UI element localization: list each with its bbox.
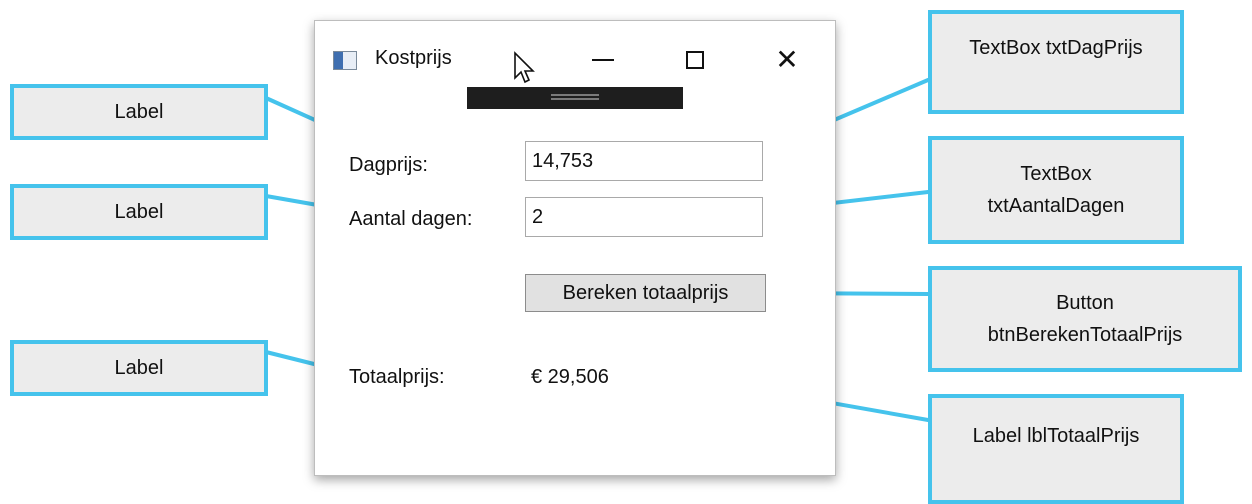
bereken-totaalprijs-button[interactable]: Bereken totaalprijs — [525, 274, 766, 312]
minimize-button[interactable] — [583, 43, 623, 77]
callout-label-aantal: Label — [10, 184, 268, 240]
callout-text: TextBox txtDagPrijs — [969, 37, 1143, 59]
callout-text: Label — [114, 201, 164, 223]
drag-bar[interactable] — [467, 87, 683, 109]
callout-txt-aantal-dagen: TextBox txtAantalDagen — [928, 136, 1184, 244]
aantal-dagen-label: Aantal dagen: — [349, 208, 473, 230]
lbl-totaal-prijs: € 29,506 — [531, 366, 609, 388]
callout-text: Label — [114, 357, 164, 379]
callout-btn-bereken: Button btnBerekenTotaalPrijs — [928, 266, 1242, 372]
callout-lbl-totaal-prijs: Label lblTotaalPrijs — [928, 394, 1184, 504]
callout-text: txtAantalDagen — [987, 195, 1125, 217]
dagprijs-label: Dagprijs: — [349, 154, 428, 176]
callout-text: TextBox — [1020, 163, 1092, 185]
callout-text: btnBerekenTotaalPrijs — [987, 324, 1183, 346]
kostprijs-window: Kostprijs ✕ Dagprijs: Aantal dagen: Bere… — [314, 20, 836, 476]
txt-dag-prijs[interactable] — [525, 141, 763, 181]
window-title: Kostprijs — [375, 47, 452, 69]
callout-txt-dag-prijs: TextBox txtDagPrijs — [928, 10, 1184, 114]
txt-aantal-dagen[interactable] — [525, 197, 763, 237]
minimize-icon — [592, 59, 614, 61]
callout-text: Button — [1056, 292, 1114, 314]
app-window-icon — [333, 51, 357, 70]
close-button[interactable]: ✕ — [767, 43, 807, 77]
callout-text: Label — [114, 101, 164, 123]
totaalprijs-label: Totaalprijs: — [349, 366, 445, 388]
drag-handle-icon — [551, 94, 599, 100]
callout-label-totaal: Label — [10, 340, 268, 396]
maximize-button[interactable] — [675, 43, 715, 77]
maximize-icon — [686, 51, 704, 69]
close-icon: ✕ — [775, 43, 799, 76]
mouse-pointer-icon — [514, 51, 535, 84]
callout-label-dagprijs: Label — [10, 84, 268, 140]
callout-text: Label lblTotaalPrijs — [972, 425, 1140, 447]
title-bar[interactable]: Kostprijs ✕ — [315, 21, 835, 93]
